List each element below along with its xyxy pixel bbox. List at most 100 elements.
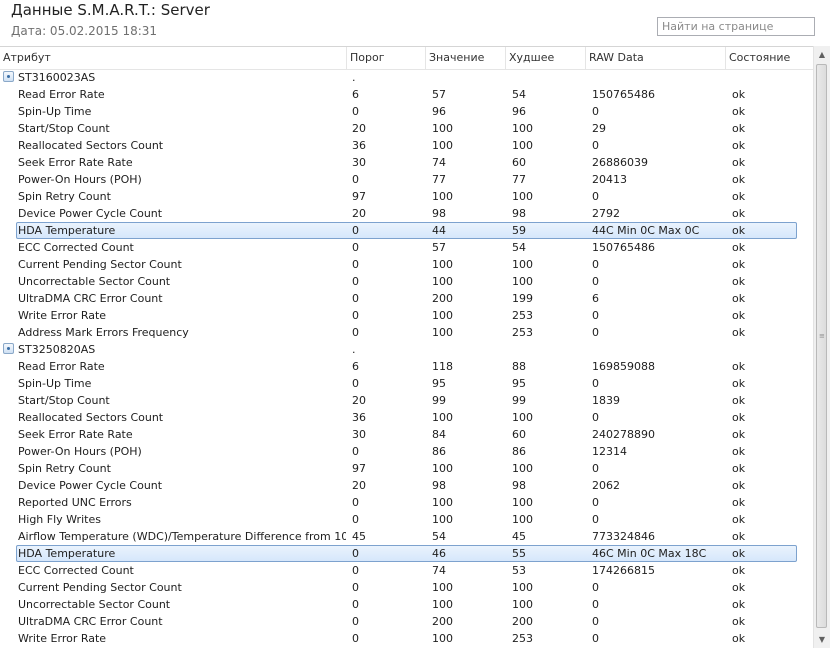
cell-value: 57: [432, 88, 446, 101]
cell-state: ok: [732, 326, 746, 339]
table-row[interactable]: Spin Retry Count 97 100 100 0 ok: [0, 188, 813, 205]
scroll-down-arrow-icon[interactable]: ▼: [814, 631, 830, 648]
table-row[interactable]: Current Pending Sector Count 0 100 100 0 ok: [0, 256, 813, 273]
cell-state: ok: [732, 377, 746, 390]
column-worst[interactable]: Худшее: [506, 47, 586, 69]
cell-state: ok: [732, 496, 746, 509]
cell-raw: 0: [592, 139, 599, 152]
cell-value: 100: [432, 139, 453, 152]
vertical-scrollbar[interactable]: ▲ ≡ ▼: [813, 46, 830, 648]
cell-worst: 98: [512, 479, 526, 492]
table-row[interactable]: Seek Error Rate Rate 30 84 60 240278890 ok: [0, 426, 813, 443]
cell-value: 44: [432, 224, 446, 237]
column-attribute[interactable]: Атрибут: [0, 47, 347, 69]
column-raw-data[interactable]: RAW Data: [586, 47, 726, 69]
table-row[interactable]: Spin-Up Time 0 96 96 0 ok: [0, 103, 813, 120]
cell-threshold: .: [352, 71, 356, 84]
drive-group-row[interactable]: ST3160023AS.: [0, 69, 813, 86]
table-row[interactable]: Spin-Up Time 0 95 95 0 ok: [0, 375, 813, 392]
cell-threshold: 0: [352, 598, 359, 611]
cell-state: [732, 69, 802, 86]
scroll-up-arrow-icon[interactable]: ▲: [814, 46, 830, 63]
cell-name: Seek Error Rate Rate: [18, 428, 133, 441]
table-row[interactable]: Uncorrectable Sector Count 0 100 100 0 ok: [0, 273, 813, 290]
cell-name: Start/Stop Count: [18, 122, 110, 135]
cell-name: Current Pending Sector Count: [18, 258, 182, 271]
drive-icon[interactable]: [3, 343, 14, 354]
cell-value: 200: [432, 292, 453, 305]
table-row[interactable]: Device Power Cycle Count 20 98 98 2792 ok: [0, 205, 813, 222]
table-row[interactable]: Power-On Hours (POH) 0 77 77 20413 ok: [0, 171, 813, 188]
table-row[interactable]: HDA Temperature 0 44 59 44C Min 0C Max 0C ok: [0, 222, 813, 239]
cell-raw: 0: [592, 190, 599, 203]
cell-threshold: 0: [352, 326, 359, 339]
cell-value: 200: [432, 615, 453, 628]
cell-state: ok: [732, 207, 746, 220]
column-threshold[interactable]: Порог: [347, 47, 426, 69]
column-value[interactable]: Значение: [426, 47, 506, 69]
cell-state: ok: [732, 530, 746, 543]
drive-group-row[interactable]: ST3250820AS.: [0, 341, 813, 358]
drive-icon[interactable]: [3, 71, 14, 82]
cell-raw: 46C Min 0C Max 18C: [592, 547, 707, 560]
cell-threshold: 0: [352, 547, 359, 560]
cell-raw: 0: [592, 377, 599, 390]
cell-name: Power-On Hours (POH): [18, 173, 142, 186]
cell-value: 100: [432, 309, 453, 322]
cell-threshold: 36: [352, 139, 366, 152]
cell-threshold: 30: [352, 156, 366, 169]
table-row[interactable]: Read Error Rate 6 57 54 150765486 ok: [0, 86, 813, 103]
table-row[interactable]: Reallocated Sectors Count 36 100 100 0 ok: [0, 409, 813, 426]
cell-value: 100: [432, 190, 453, 203]
table-row[interactable]: Start/Stop Count 20 100 100 29 ok: [0, 120, 813, 137]
cell-raw: 0: [592, 581, 599, 594]
cell-threshold: 0: [352, 377, 359, 390]
scrollbar-thumb[interactable]: ≡: [816, 64, 827, 628]
table-row[interactable]: ECC Corrected Count 0 57 54 150765486 ok: [0, 239, 813, 256]
table-row[interactable]: High Fly Writes 0 100 100 0 ok: [0, 511, 813, 528]
cell-threshold: 45: [352, 530, 366, 543]
table-row[interactable]: Reallocated Sectors Count 36 100 100 0 ok: [0, 137, 813, 154]
cell-threshold: 20: [352, 394, 366, 407]
cell-raw: [592, 69, 724, 86]
table-row[interactable]: HDA Temperature 0 46 55 46C Min 0C Max 18C ok: [0, 545, 813, 562]
table-row[interactable]: UltraDMA CRC Error Count 0 200 200 0 ok: [0, 613, 813, 630]
column-state[interactable]: Состояние: [726, 47, 813, 69]
table-row[interactable]: Device Power Cycle Count 20 98 98 2062 ok: [0, 477, 813, 494]
cell-value: 100: [432, 598, 453, 611]
table-row[interactable]: ECC Corrected Count 0 74 53 174266815 ok: [0, 562, 813, 579]
cell-name: High Fly Writes: [18, 513, 101, 526]
cell-threshold: 0: [352, 292, 359, 305]
table-row[interactable]: Current Pending Sector Count 0 100 100 0 ok: [0, 579, 813, 596]
table-row[interactable]: UltraDMA CRC Error Count 0 200 199 6 ok: [0, 290, 813, 307]
cell-value: 74: [432, 156, 446, 169]
cell-raw: 0: [592, 105, 599, 118]
cell-value: 98: [432, 207, 446, 220]
cell-worst: 100: [512, 139, 533, 152]
cell-value: [432, 69, 504, 86]
cell-state: ok: [732, 360, 746, 373]
table-row[interactable]: Start/Stop Count 20 99 99 1839 ok: [0, 392, 813, 409]
cell-raw: 0: [592, 275, 599, 288]
page-title: Данные S.M.A.R.T.: Server: [11, 1, 210, 19]
table-row[interactable]: Airflow Temperature (WDC)/Temperature Di…: [0, 528, 813, 545]
table-row[interactable]: Read Error Rate 6 118 88 169859088 ok: [0, 358, 813, 375]
table-row[interactable]: Address Mark Errors Frequency 0 100 253 0 ok: [0, 324, 813, 341]
table-row[interactable]: Write Error Rate 0 100 253 0 ok: [0, 630, 813, 647]
table-row[interactable]: Seek Error Rate Rate 30 74 60 26886039 ok: [0, 154, 813, 171]
table-row[interactable]: Spin Retry Count 97 100 100 0 ok: [0, 460, 813, 477]
table-row[interactable]: Write Error Rate 0 100 253 0 ok: [0, 307, 813, 324]
table-row[interactable]: Reported UNC Errors 0 100 100 0 ok: [0, 494, 813, 511]
cell-name: ST3160023AS: [18, 71, 96, 84]
cell-worst: 100: [512, 122, 533, 135]
table-row[interactable]: Uncorrectable Sector Count 0 100 100 0 ok: [0, 596, 813, 613]
cell-raw: 0: [592, 258, 599, 271]
cell-threshold: .: [352, 343, 356, 356]
search-input[interactable]: [657, 17, 815, 36]
cell-threshold: 0: [352, 581, 359, 594]
cell-name: Device Power Cycle Count: [18, 479, 163, 492]
cell-state: ok: [732, 224, 746, 237]
table-row[interactable]: Power-On Hours (POH) 0 86 86 12314 ok: [0, 443, 813, 460]
cell-raw: 0: [592, 411, 599, 424]
cell-raw: 2062: [592, 479, 620, 492]
